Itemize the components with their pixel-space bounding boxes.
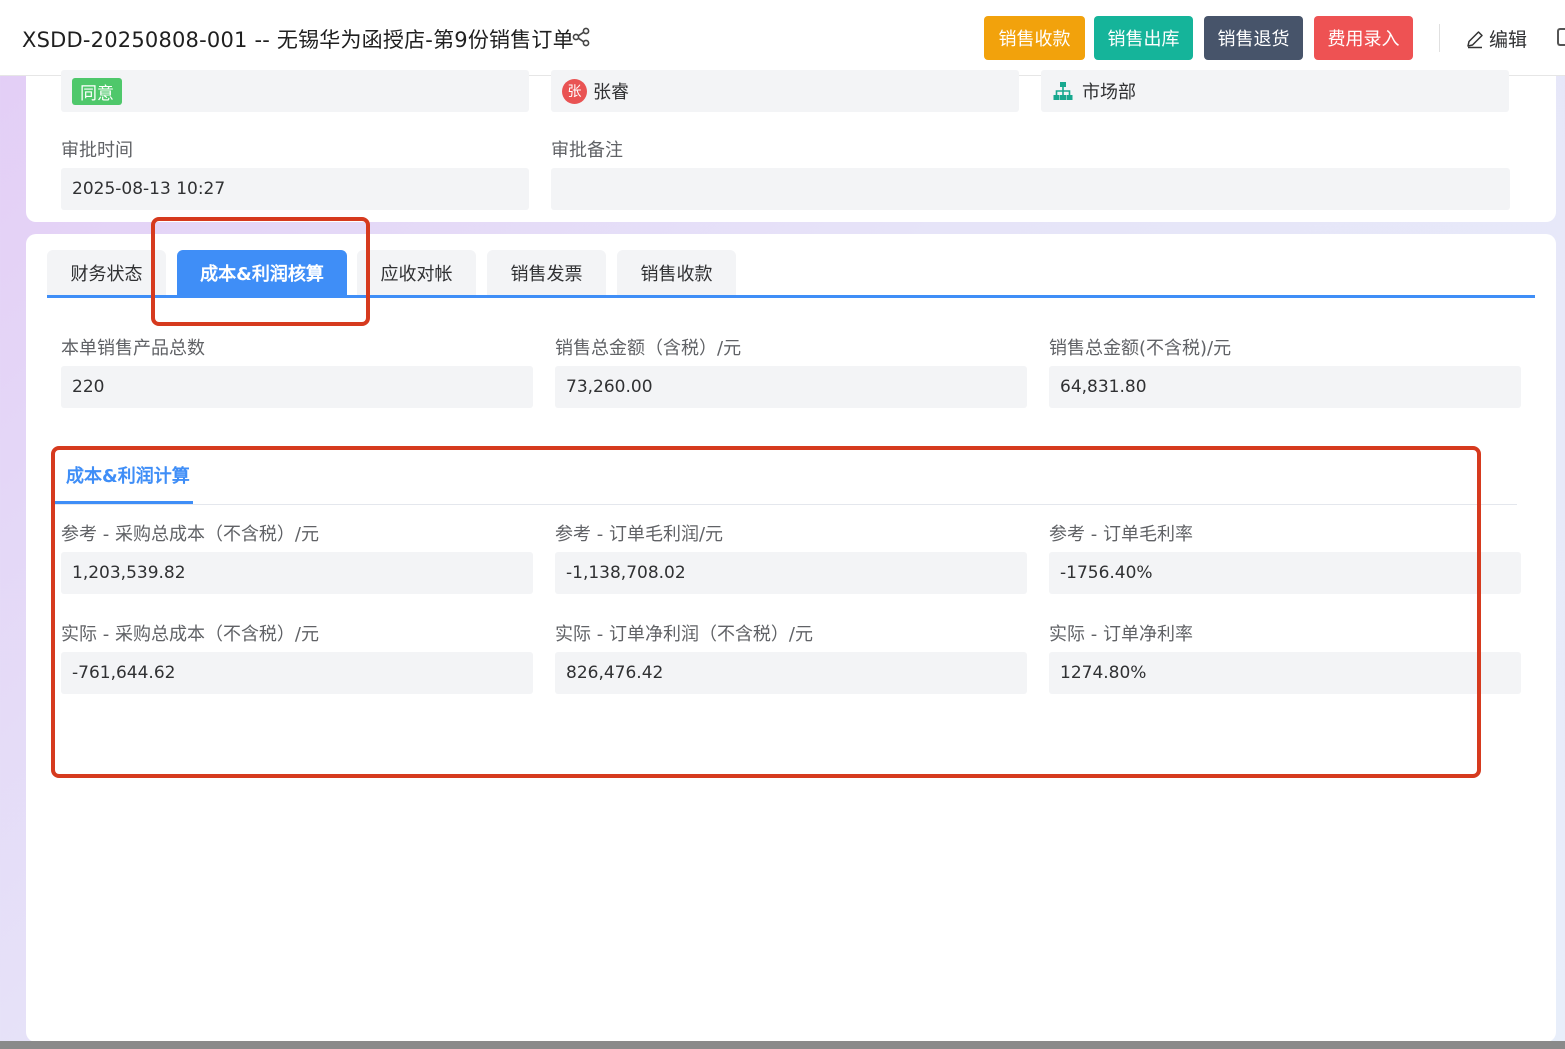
sales-receipt-button[interactable]: 销售收款 bbox=[984, 16, 1085, 60]
sales-return-button[interactable]: 销售退货 bbox=[1204, 16, 1303, 60]
status-badge: 同意 bbox=[72, 77, 122, 105]
approval-remark-field bbox=[551, 168, 1510, 210]
edit-label: 编辑 bbox=[1489, 29, 1528, 51]
annotation-box-section bbox=[51, 446, 1481, 778]
approval-time-label: 审批时间 bbox=[61, 140, 133, 161]
share-icon[interactable] bbox=[571, 27, 591, 47]
bottom-edge bbox=[0, 1041, 1565, 1049]
tab-finance-status[interactable]: 财务状态 bbox=[47, 250, 166, 296]
edit-icon bbox=[1467, 30, 1483, 48]
sales-outbound-button[interactable]: 销售出库 bbox=[1094, 16, 1193, 60]
approver-name: 张睿 bbox=[593, 82, 629, 103]
total-products-label: 本单销售产品总数 bbox=[61, 338, 205, 359]
header-divider bbox=[1439, 24, 1440, 52]
approval-time-field: 2025-08-13 10:27 bbox=[61, 168, 529, 210]
approval-remark-label: 审批备注 bbox=[551, 140, 623, 161]
page-header: XSDD-20250808-001 -- 无锡华为函授店-第9份销售订单 销售收… bbox=[0, 0, 1565, 76]
avatar: 张 bbox=[562, 78, 587, 104]
approver: 张 张睿 bbox=[562, 78, 629, 104]
expense-entry-button[interactable]: 费用录入 bbox=[1314, 16, 1413, 60]
total-amount-tax-label: 销售总金额（含税）/元 bbox=[555, 338, 742, 359]
total-amount-tax-field: 73,260.00 bbox=[555, 366, 1027, 408]
tab-sales-receipt[interactable]: 销售收款 bbox=[617, 250, 736, 296]
total-amount-notax-label: 销售总金额(不含税)/元 bbox=[1049, 338, 1232, 359]
org-tree-icon bbox=[1053, 82, 1073, 100]
approver-field: 张 张睿 bbox=[551, 70, 1019, 112]
total-products-field: 220 bbox=[61, 366, 533, 408]
approval-status-field: 同意 bbox=[61, 70, 529, 112]
more-icon[interactable] bbox=[1557, 28, 1565, 46]
tab-sales-invoice[interactable]: 销售发票 bbox=[487, 250, 606, 296]
department-name: 市场部 bbox=[1082, 82, 1136, 103]
edit-button[interactable]: 编辑 bbox=[1465, 25, 1527, 52]
page-title: XSDD-20250808-001 -- 无锡华为函授店-第9份销售订单 bbox=[22, 28, 574, 52]
annotation-box-tab bbox=[151, 217, 370, 326]
total-amount-notax-field: 64,831.80 bbox=[1049, 366, 1521, 408]
tab-receivable-reconciliation[interactable]: 应收对帐 bbox=[357, 250, 476, 296]
department-field: 市场部 bbox=[1041, 70, 1509, 112]
department: 市场部 bbox=[1052, 78, 1136, 104]
